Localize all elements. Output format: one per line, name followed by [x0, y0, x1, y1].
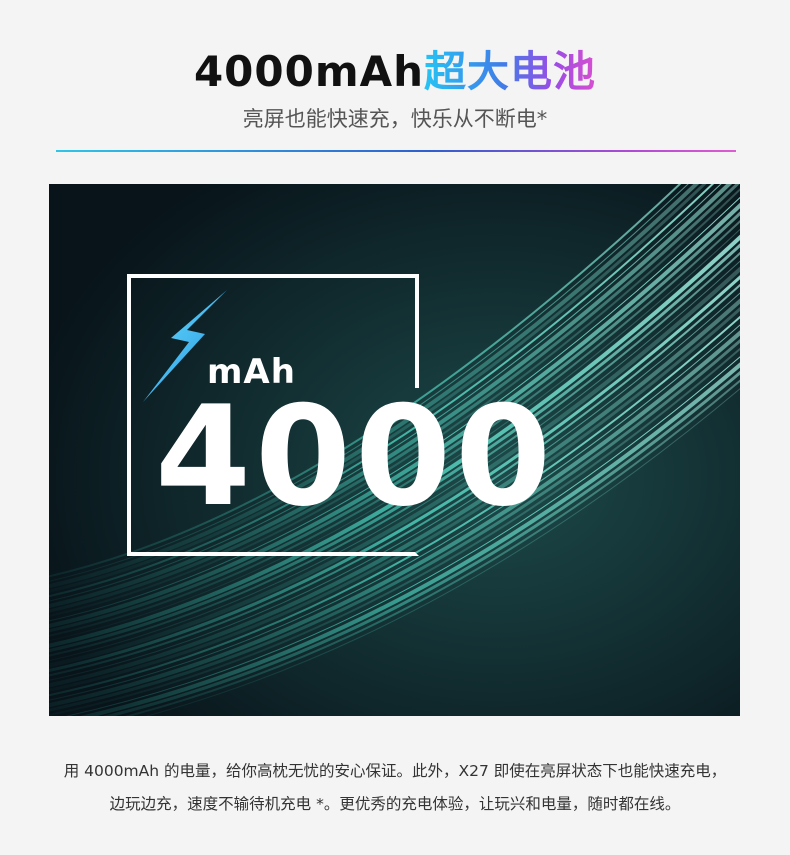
page-subtitle: 亮屏也能快速充，快乐从不断电*	[242, 107, 548, 131]
description-line-1: 用 4000mAh 的电量，给你高枕无忧的安心保证。此外，X27 即使在亮屏状态…	[63, 762, 727, 780]
title-battery-text: 超大电池	[424, 47, 597, 96]
title-capacity: 4000mAh	[193, 47, 425, 96]
gradient-divider	[56, 150, 736, 152]
capacity-number: 4000	[155, 376, 556, 537]
page-title: 4000mAh超大电池	[0, 44, 790, 100]
description-line-2: 边玩边充，速度不输待机充电 *。更优秀的充电体验，让玩兴和电量，随时都在线。	[109, 795, 681, 813]
battery-hero-image: mAh 4000	[49, 184, 740, 716]
